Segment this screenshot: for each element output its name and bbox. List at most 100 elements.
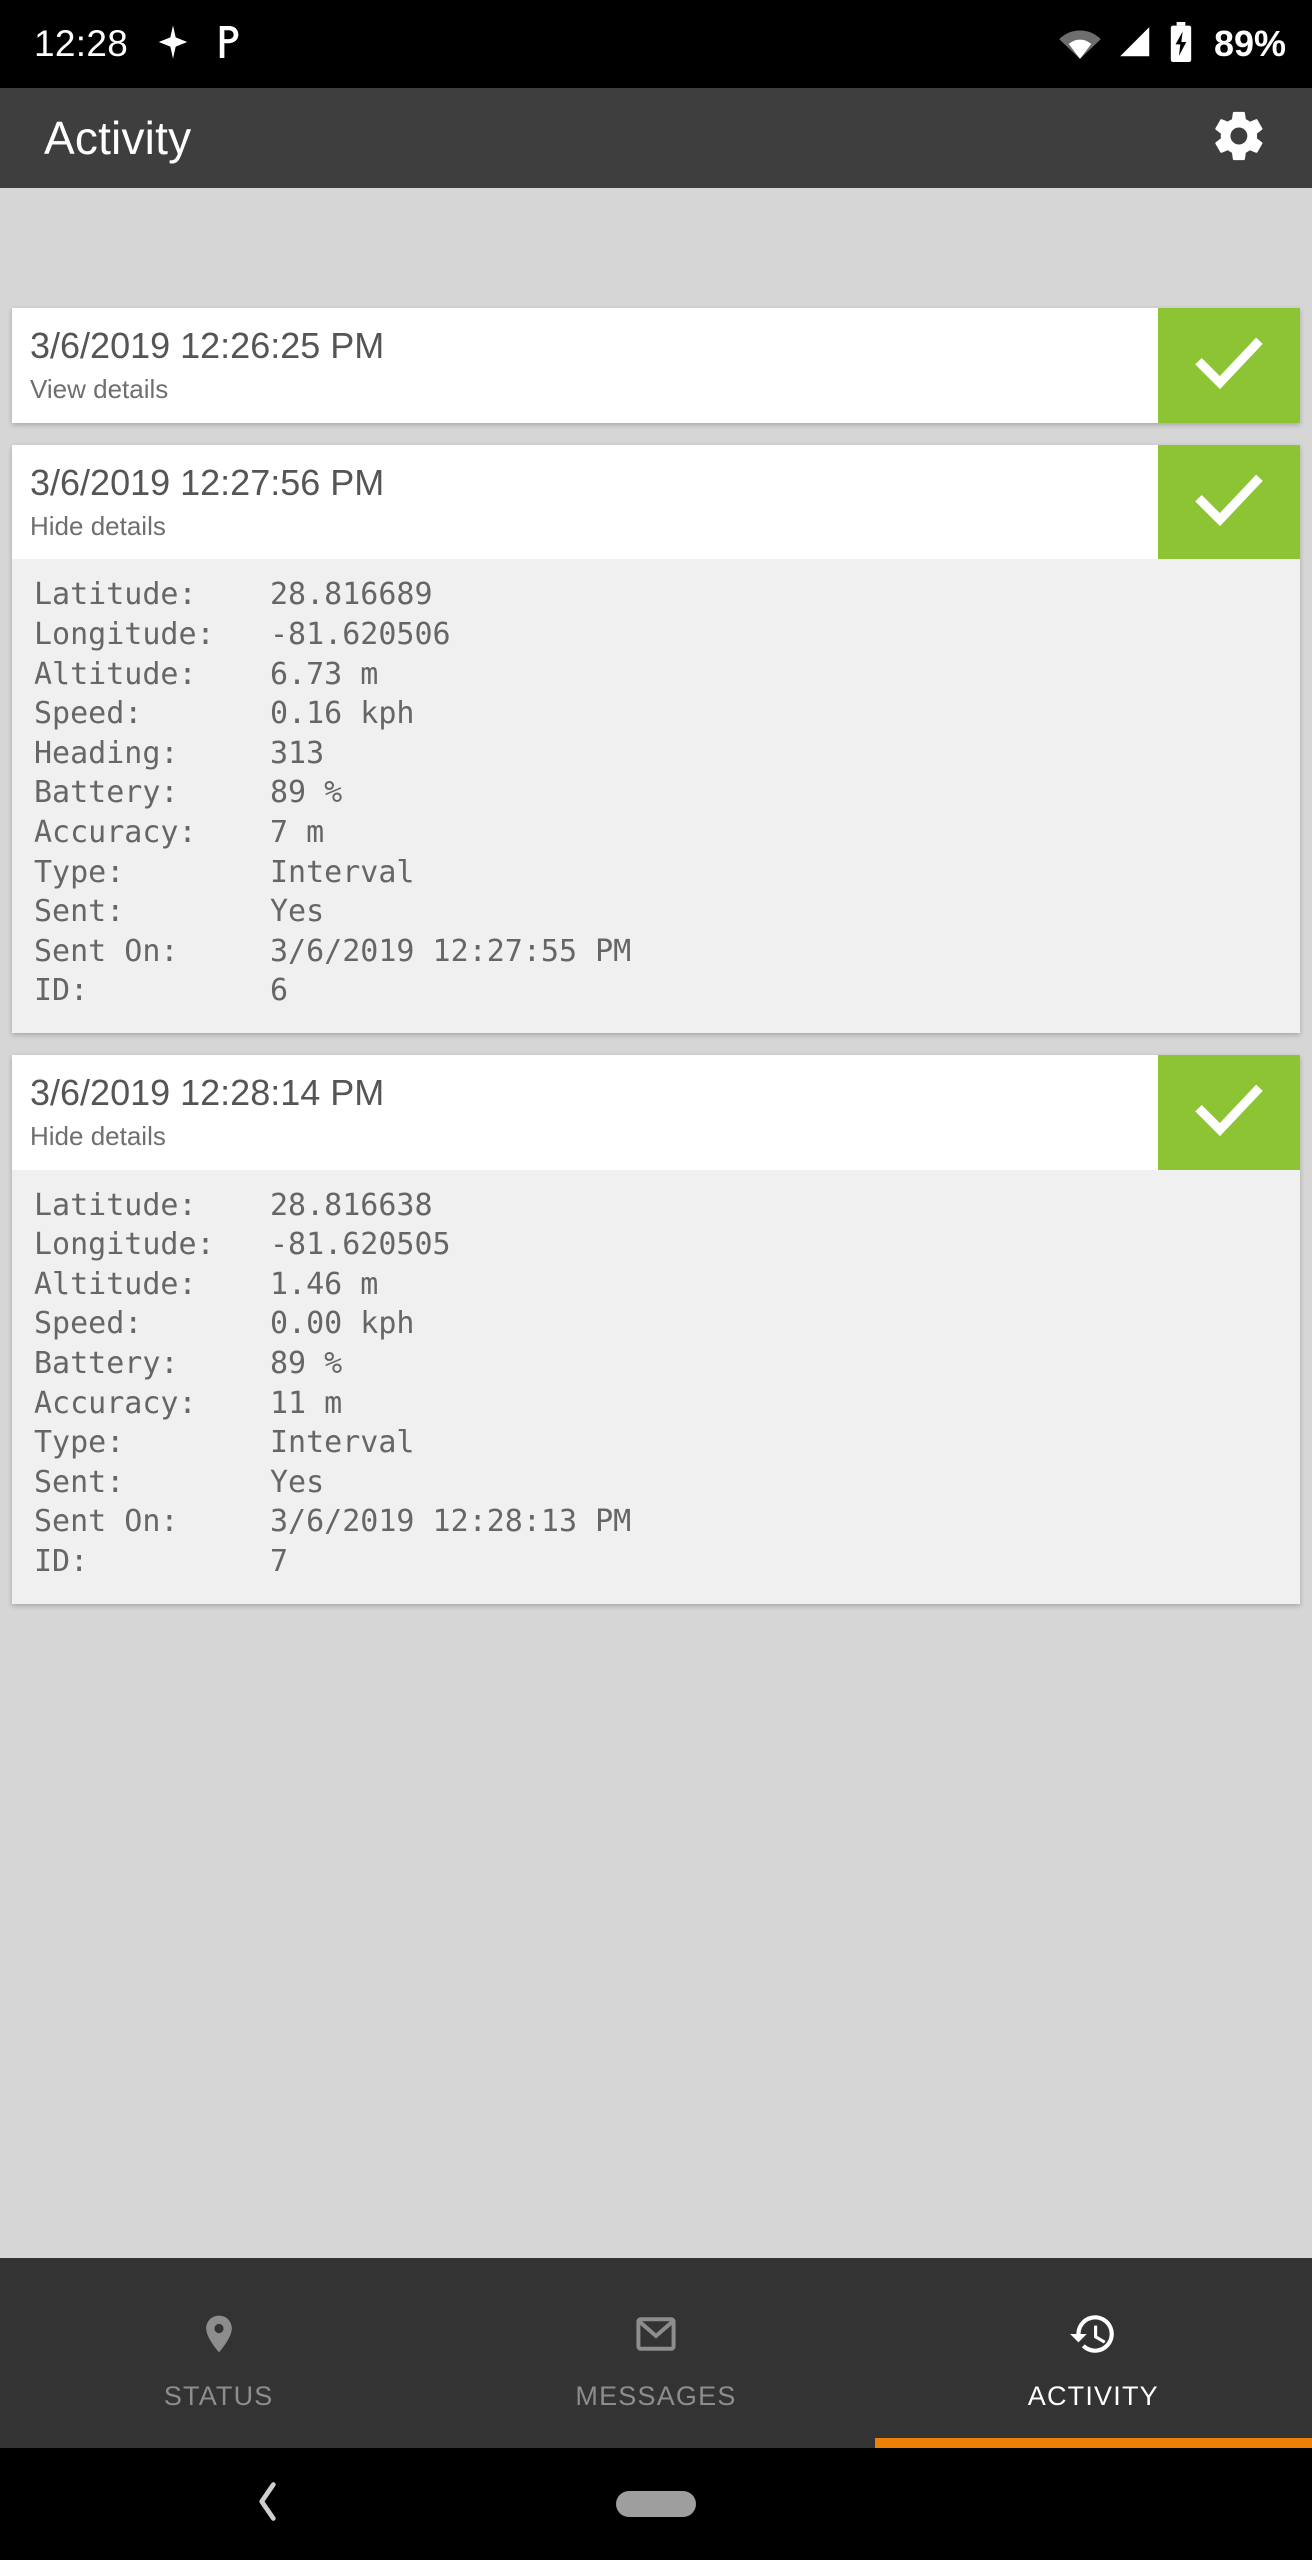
check-icon [1187, 1068, 1271, 1157]
activity-card-header-text[interactable]: 3/6/2019 12:27:56 PM Hide details [12, 445, 1158, 560]
activity-card[interactable]: 3/6/2019 12:27:56 PM Hide details Latitude… [12, 444, 1300, 1033]
detail-value: -81.620506 [270, 617, 451, 652]
detail-label: Sent: [34, 1464, 125, 1500]
nav-label-activity: ACTIVITY [1027, 2380, 1159, 2411]
detail-row: Accuracy: 7 m [34, 813, 1300, 853]
detail-row: Accuracy: 11 m [34, 1384, 1300, 1424]
detail-row: Sent: Yes [34, 1463, 1300, 1503]
detail-value: Interval [270, 1425, 415, 1461]
detail-value: 1.46 m [270, 1266, 379, 1302]
detail-row: Sent On: 3/6/2019 12:28:13 PM [34, 1502, 1300, 1542]
detail-label: Sent On: [34, 1504, 179, 1540]
detail-row: Sent On: 3/6/2019 12:27:55 PM [34, 932, 1300, 972]
cell-signal-icon [1116, 23, 1154, 66]
detail-row: Battery: 89 % [34, 773, 1300, 813]
detail-value: Yes [270, 894, 325, 930]
detail-row: Longitude: -81.620506 [34, 615, 1300, 655]
detail-value: 89 % [270, 775, 343, 811]
detail-label: Latitude: [34, 577, 197, 613]
detail-label: Type: [34, 1425, 125, 1461]
activity-card-header[interactable]: 3/6/2019 12:26:25 PM View details [12, 308, 1300, 423]
activity-list[interactable]: 3/6/2019 12:26:25 PM View details 3/6/2019… [0, 188, 1312, 2258]
detail-row: Latitude: 28.816638 [34, 1186, 1300, 1226]
activity-card-header-text[interactable]: 3/6/2019 12:28:14 PM Hide details [12, 1055, 1158, 1170]
detail-label: Altitude: [34, 1266, 197, 1302]
page-title: Activity [44, 112, 192, 164]
sent-status-badge [1158, 308, 1300, 423]
activity-card-header[interactable]: 3/6/2019 12:28:14 PM Hide details [12, 1054, 1300, 1170]
detail-label: Type: [34, 854, 125, 890]
detail-label: Sent On: [34, 933, 179, 969]
detail-row: Battery: 89 % [34, 1344, 1300, 1384]
sparkle-icon [154, 23, 192, 66]
detail-label: Heading: [34, 735, 179, 771]
toggle-details-link[interactable]: View details [30, 373, 1158, 407]
detail-value: 313 [270, 735, 325, 771]
system-navigation-bar[interactable] [0, 2448, 1312, 2560]
activity-timestamp: 3/6/2019 12:27:56 PM [30, 461, 385, 503]
detail-row: Type: Interval [34, 1423, 1300, 1463]
activity-cards-container: 3/6/2019 12:26:25 PM View details 3/6/2019… [0, 308, 1312, 1604]
detail-value: 28.816638 [270, 1187, 433, 1223]
detail-value: Interval [270, 854, 415, 890]
toggle-details-link[interactable]: Hide details [30, 1120, 1158, 1154]
detail-row: ID: 6 [34, 971, 1300, 1011]
detail-label: Longitude: [34, 1227, 215, 1263]
detail-label: Sent: [34, 894, 125, 930]
activity-card[interactable]: 3/6/2019 12:26:25 PM View details [12, 308, 1300, 423]
check-icon [1187, 458, 1271, 547]
activity-card-header-text[interactable]: 3/6/2019 12:26:25 PM View details [12, 308, 1158, 423]
detail-label: Accuracy: [34, 1385, 197, 1421]
history-clock-icon [1068, 2303, 1118, 2365]
back-chevron-icon[interactable] [250, 2476, 284, 2533]
status-bar-clock: 12:28 [34, 23, 129, 64]
detail-row: ID: 7 [34, 1542, 1300, 1582]
detail-label: ID: [34, 1543, 89, 1579]
toggle-details-link[interactable]: Hide details [30, 510, 1158, 544]
nav-item-status[interactable]: STATUS [0, 2258, 437, 2448]
nav-item-activity[interactable]: ACTIVITY [874, 2258, 1312, 2448]
nav-item-messages[interactable]: MESSAGES [437, 2258, 874, 2448]
detail-label: Longitude: [34, 617, 215, 652]
detail-row: Sent: Yes [34, 892, 1300, 932]
settings-button[interactable] [1206, 105, 1272, 171]
sent-status-badge [1158, 1054, 1300, 1170]
status-bar-notification-icons [154, 23, 246, 66]
detail-label: Battery: [34, 1346, 179, 1382]
pushbullet-p-icon [212, 23, 246, 66]
detail-row: Heading: 313 [34, 734, 1300, 774]
activity-card[interactable]: 3/6/2019 12:28:14 PM Hide details Latitude… [12, 1054, 1300, 1604]
home-pill-icon[interactable] [616, 2491, 696, 2517]
activity-timestamp: 3/6/2019 12:26:25 PM [30, 325, 385, 366]
active-tab-indicator [874, 2438, 1312, 2448]
detail-value: -81.620505 [270, 1227, 451, 1263]
detail-value: Yes [270, 1464, 325, 1500]
detail-value: 3/6/2019 12:27:55 PM [270, 933, 632, 969]
app-bar: Activity [0, 88, 1312, 188]
detail-row: Speed: 0.00 kph [34, 1304, 1300, 1344]
gear-icon [1210, 107, 1268, 170]
detail-label: Accuracy: [34, 814, 197, 850]
detail-value: 28.816689 [270, 577, 433, 613]
detail-value: 3/6/2019 12:28:13 PM [270, 1504, 632, 1540]
detail-label: ID: [34, 973, 89, 1009]
detail-row: Longitude: -81.620505 [34, 1225, 1300, 1265]
detail-label: Altitude: [34, 656, 197, 692]
detail-value: 6.73 m [270, 656, 379, 692]
bottom-navigation[interactable]: STATUS MESSAGES ACTIVITY [0, 2258, 1312, 2448]
battery-charging-icon [1168, 21, 1194, 67]
detail-value: 11 m [270, 1385, 343, 1421]
check-icon [1187, 321, 1271, 410]
detail-value: 89 % [270, 1346, 343, 1382]
envelope-icon [632, 2303, 680, 2365]
detail-row: Type: Interval [34, 853, 1300, 893]
activity-details-panel: Latitude: 28.816689 Longitude: -81.620506 Al… [12, 559, 1300, 1033]
nav-label-status: STATUS [163, 2380, 274, 2411]
detail-row: Latitude: 28.816689 [34, 575, 1300, 615]
activity-details-panel: Latitude: 28.816638 Longitude: -81.620505 Al… [12, 1169, 1300, 1604]
phone-screen: 12:28 89% Activity 3/6/2019 12:26:25 PM … [0, 0, 1312, 2560]
activity-card-header[interactable]: 3/6/2019 12:27:56 PM Hide details [12, 444, 1300, 560]
detail-label: Latitude: [34, 1187, 197, 1223]
detail-value: 7 m [270, 814, 325, 850]
battery-percent-label: 89% [1213, 23, 1286, 64]
